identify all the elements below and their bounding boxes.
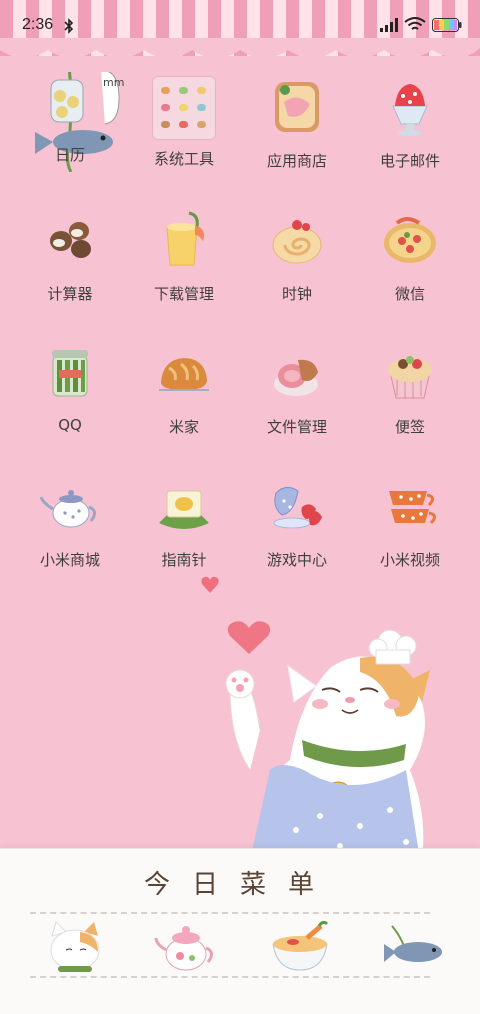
app-label: 电子邮件: [379, 152, 440, 170]
coffee-cups-icon: [389, 491, 436, 525]
ham-icon: [274, 359, 318, 396]
system-tools-folder-icon: [152, 76, 216, 140]
dock-item-teapot[interactable]: [152, 916, 222, 980]
app-file-manager[interactable]: 文件管理: [242, 338, 352, 437]
app-wechat[interactable]: 微信: [355, 205, 465, 304]
app-notes[interactable]: 便签: [355, 338, 465, 437]
dock-item-bowl[interactable]: [265, 916, 335, 980]
signal-icon: [380, 18, 398, 32]
app-calendar[interactable]: mmp 日历: [15, 72, 125, 172]
app-label: QQ: [58, 416, 82, 434]
app-mi-video[interactable]: 小米视频: [355, 471, 465, 570]
app-qq[interactable]: QQ: [15, 338, 125, 434]
bread-loaf-icon: [159, 358, 209, 391]
strawberry-sundae-icon: [392, 84, 428, 136]
toast-icon: [275, 82, 319, 132]
app-mi-store[interactable]: 小米商城: [15, 471, 125, 570]
app-label: 文件管理: [266, 418, 327, 436]
cake-slice-icon: [159, 490, 209, 529]
status-time: 2:36: [22, 16, 54, 33]
small-heart-decoration: [201, 576, 219, 593]
app-label: 计算器: [47, 285, 93, 303]
app-label: 小米视频: [379, 551, 440, 569]
cat-face-icon: [50, 921, 100, 972]
macarons-icon: [50, 222, 91, 258]
app-system-tools[interactable]: 系统工具: [129, 72, 239, 169]
app-label: 便签: [394, 418, 425, 436]
teapot-icon: [39, 490, 96, 528]
fish-icon: [384, 925, 442, 962]
cupcake-icon: [388, 356, 432, 399]
wifi-icon: [404, 17, 426, 30]
dock-item-cat[interactable]: [40, 916, 110, 980]
divider-top: [30, 912, 430, 914]
app-app-store[interactable]: 应用商店: [242, 72, 352, 171]
battery-icon: [432, 18, 462, 32]
app-compass[interactable]: 指南针: [129, 471, 239, 570]
pizza-tart-icon: [384, 217, 436, 263]
app-email[interactable]: 电子邮件: [355, 72, 465, 171]
app-downloads[interactable]: 下载管理: [129, 205, 239, 304]
dock-item-fish[interactable]: [378, 916, 448, 980]
pickle-jar-icon: [52, 350, 88, 397]
app-label: 游戏中心: [266, 551, 327, 569]
app-clock[interactable]: 时钟: [242, 205, 352, 304]
app-label: 指南针: [161, 551, 207, 569]
app-label: 下载管理: [153, 285, 214, 303]
app-calculator[interactable]: 计算器: [15, 205, 125, 304]
app-label: 米家: [168, 418, 199, 436]
pink-teapot-icon: [154, 926, 213, 971]
noodle-bowl-icon: [272, 920, 329, 971]
app-label: 系统工具: [153, 150, 214, 168]
app-label: 时钟: [281, 285, 312, 303]
chef-cat-illustration: [225, 629, 430, 870]
app-label: 应用商店: [266, 152, 327, 170]
status-bar: 2:36: [0, 0, 480, 48]
app-mijia[interactable]: 米家: [129, 338, 239, 437]
bluetooth-icon: [64, 18, 74, 34]
teacup-strawberry-icon: [273, 487, 322, 529]
app-label: 小米商城: [39, 551, 100, 569]
juice-glass-icon: [166, 211, 204, 266]
swiss-roll-icon: [272, 220, 322, 264]
app-label: 微信: [394, 285, 425, 303]
calendar-bubble-text: mmp: [103, 76, 125, 89]
menu-title: 今日菜单: [143, 870, 336, 900]
app-game-center[interactable]: 游戏中心: [242, 471, 352, 570]
